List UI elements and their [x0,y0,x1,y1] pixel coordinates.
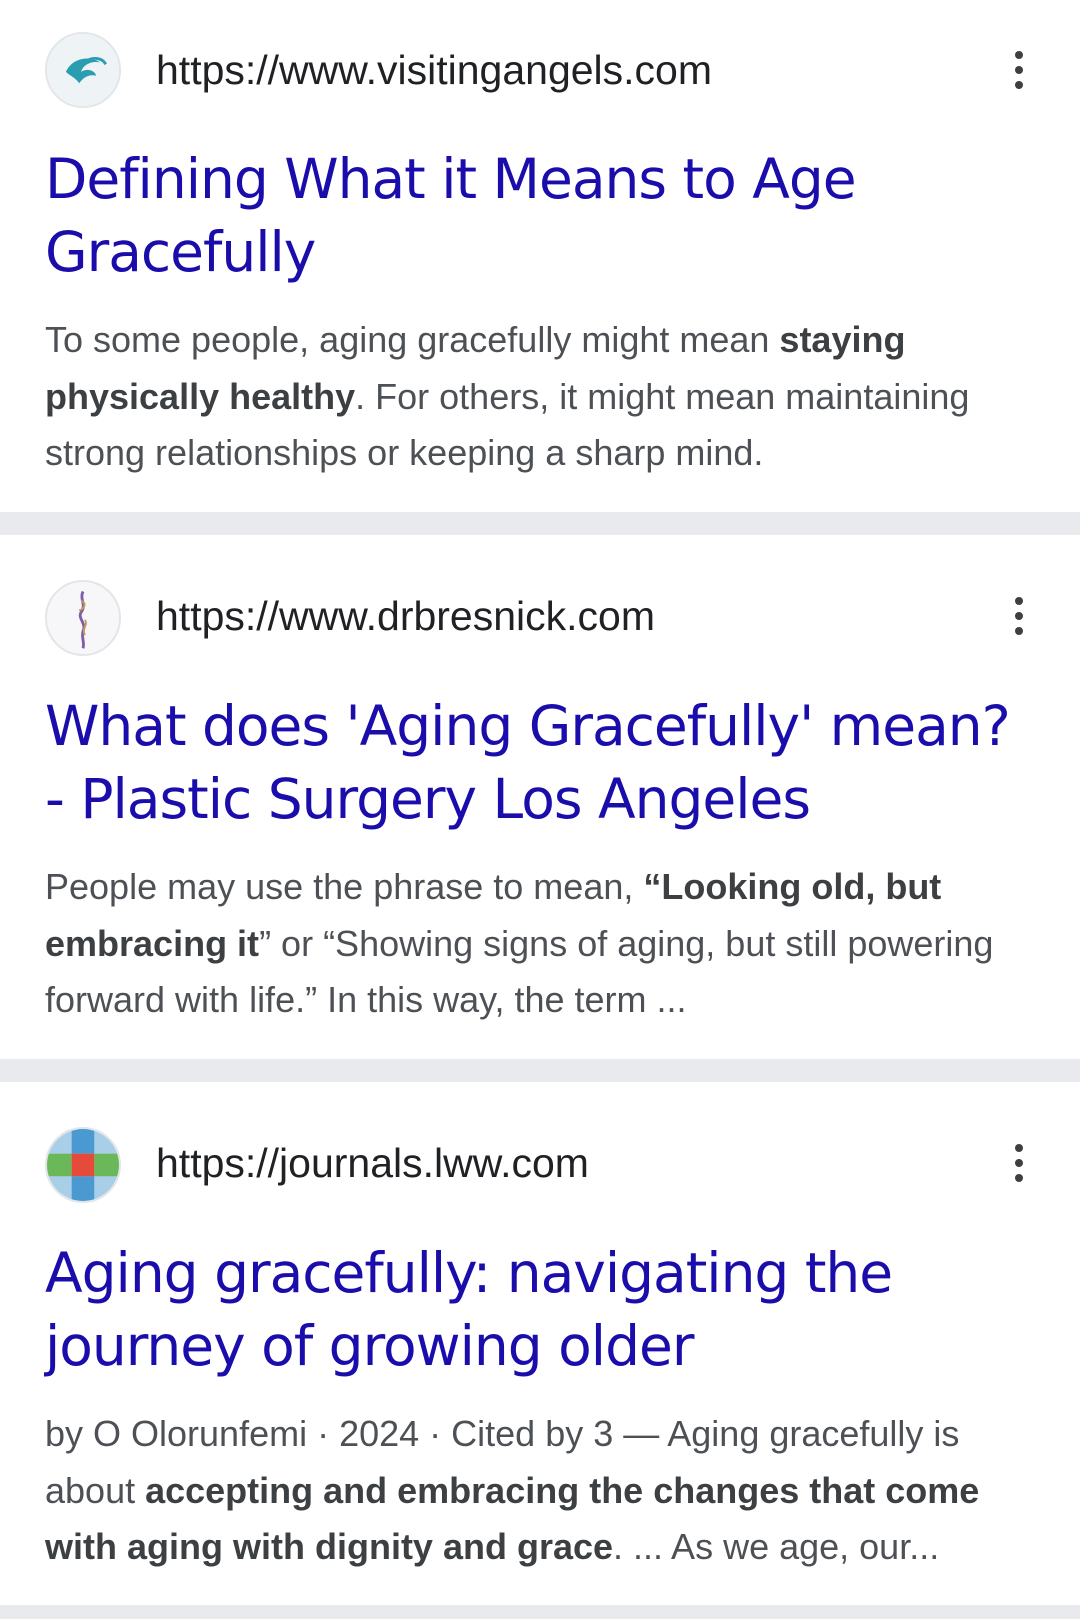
result-title[interactable]: Defining What it Means to Age Gracefully [45,143,1035,289]
more-options-icon[interactable] [1002,1133,1036,1193]
snippet-text: People may use the phrase to mean, [45,866,644,907]
result-title[interactable]: What does 'Aging Gracefully' mean? - Pla… [45,690,1035,836]
more-options-icon[interactable] [1002,40,1036,100]
bird-swirl-icon[interactable] [45,32,121,108]
result-snippet: by O Olorunfemi · 2024 · Cited by 3 — Ag… [45,1406,1045,1576]
search-result: https://www.drbresnick.com What does 'Ag… [0,535,1080,1059]
result-snippet: People may use the phrase to mean, “Look… [45,859,1045,1029]
result-url[interactable]: https://www.visitingangels.com [156,46,712,95]
result-url[interactable]: https://journals.lww.com [156,1139,589,1188]
search-result: https://journals.lww.com Aging gracefull… [0,1082,1080,1605]
more-options-icon[interactable] [1002,586,1036,646]
snippet-text: . ... As we age, our... [613,1526,940,1567]
result-title[interactable]: Aging gracefully: navigating the journey… [45,1237,1035,1383]
search-result: https://www.visitingangels.com Defining … [0,0,1080,512]
checker-grid-icon[interactable] [45,1127,121,1203]
result-snippet: To some people, aging gracefully might m… [45,312,1045,482]
snippet-text: To some people, aging gracefully might m… [45,319,780,360]
figure-sketch-icon[interactable] [45,580,121,656]
result-url[interactable]: https://www.drbresnick.com [156,592,655,641]
